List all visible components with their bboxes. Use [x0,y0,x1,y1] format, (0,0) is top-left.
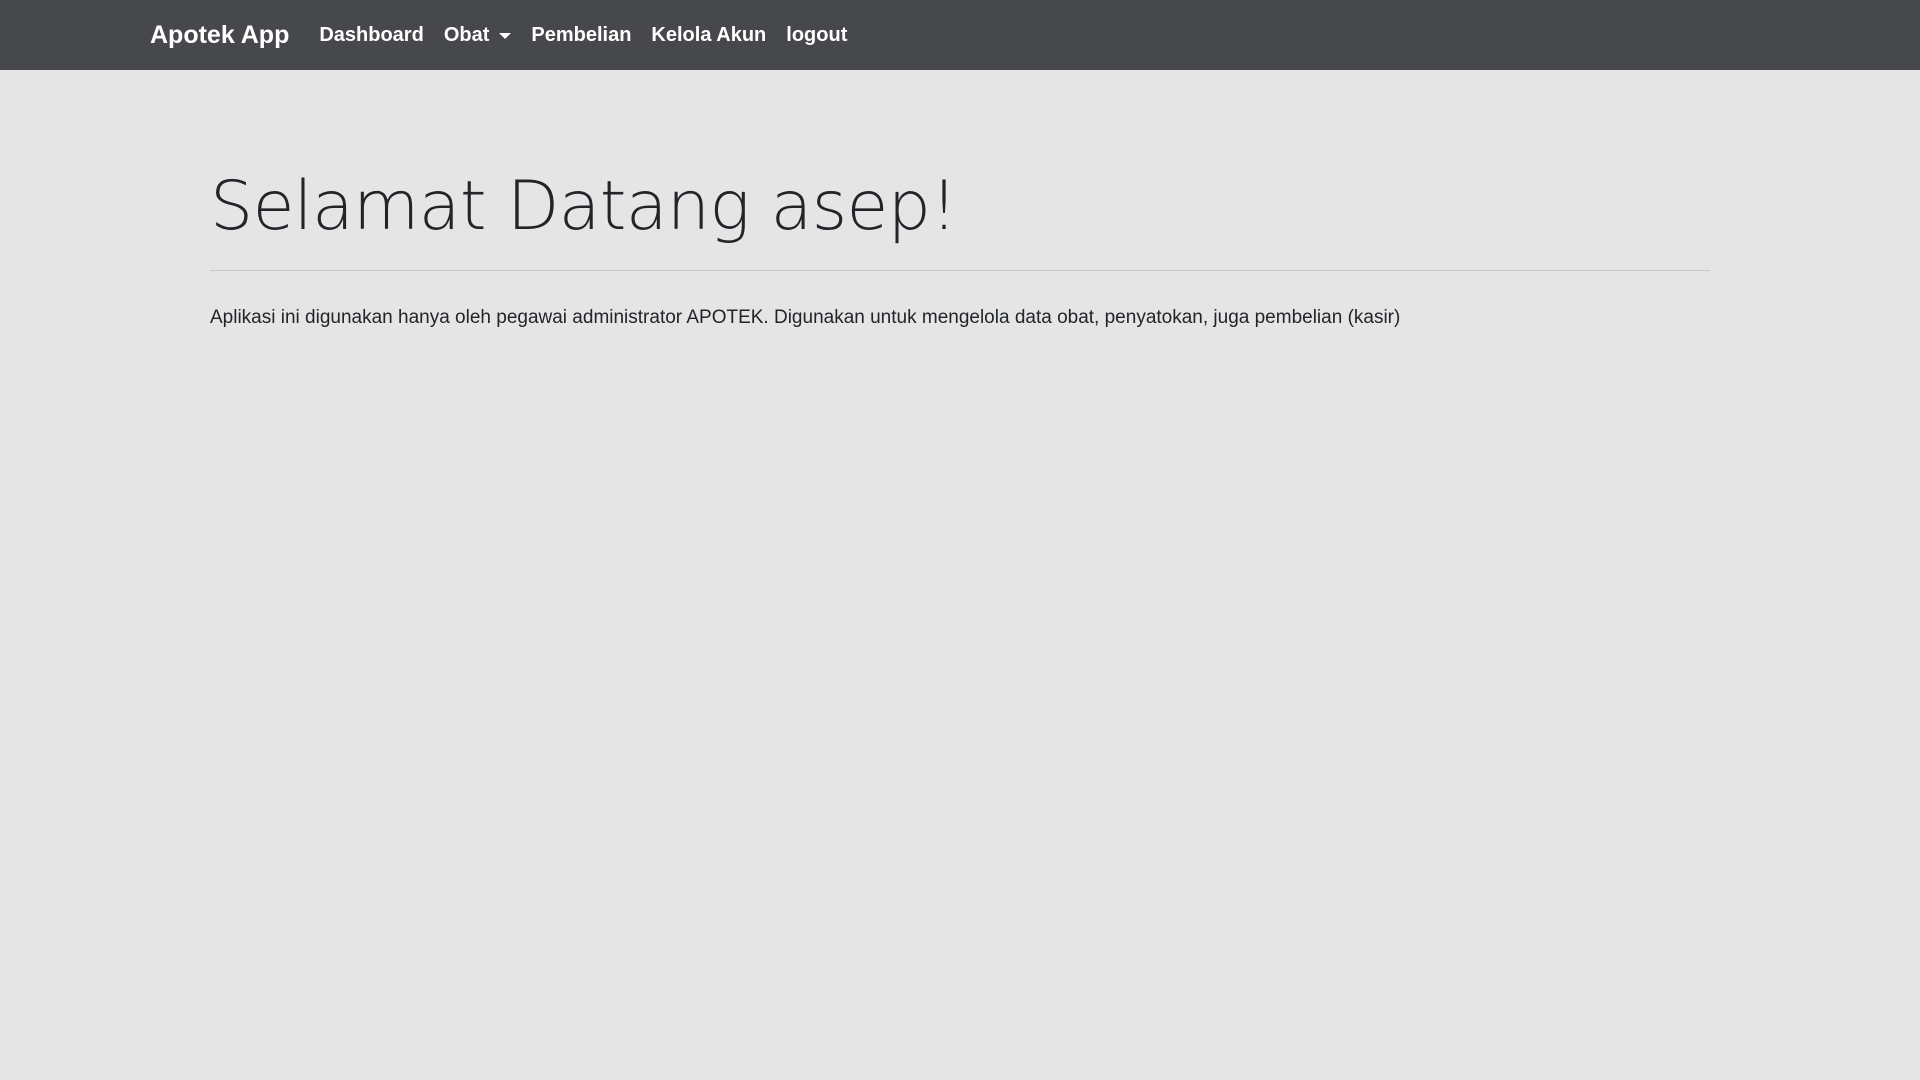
nav-menu: Dashboard Obat Pembelian Kelola Akun log… [319,0,867,70]
nav-item-dashboard[interactable]: Dashboard [319,0,423,70]
brand-link[interactable]: Apotek App [150,0,289,70]
nav-item-label: Kelola Akun [651,23,767,46]
nav-item-logout[interactable]: logout [786,0,847,70]
page-description: Aplikasi ini digunakan hanya oleh pegawa… [210,306,1401,328]
nav-item-pembelian[interactable]: Pembelian [531,0,631,70]
nav-item-label: Dashboard [319,23,424,46]
nav-item-label: Obat [443,23,490,46]
navbar: Apotek App Dashboard Obat Pembelian Kelo… [0,0,1920,70]
page-title: Selamat Datang asep! [210,167,958,246]
nav-item-obat-dropdown[interactable]: Obat [444,0,512,70]
nav-item-label: logout [786,23,848,46]
nav-item-label: Pembelian [531,23,632,46]
divider [210,269,1710,271]
welcome-jumbotron: Selamat Datang asep! Aplikasi ini diguna… [0,70,1920,331]
chevron-down-icon [499,33,512,39]
nav-item-kelola-akun[interactable]: Kelola Akun [651,0,766,70]
